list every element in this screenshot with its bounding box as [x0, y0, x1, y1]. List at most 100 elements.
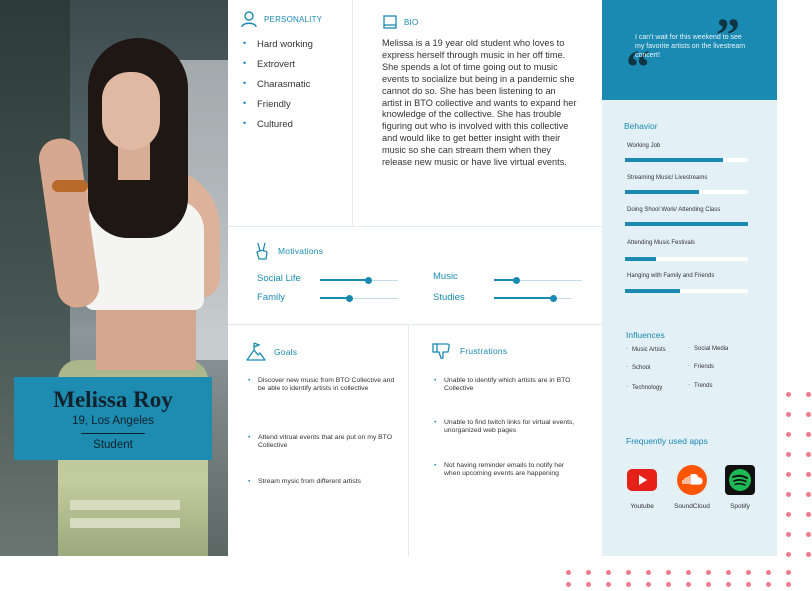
decorative-dot — [806, 432, 811, 437]
motivation-label: Music — [433, 271, 458, 282]
behavior-label: Hanging with Family and Friends — [627, 273, 715, 279]
apps-title: Frequently used apps — [626, 436, 708, 446]
app-label: Spotify — [730, 503, 750, 510]
behavior-bar-fill — [625, 222, 748, 226]
decorative-dot — [806, 552, 811, 557]
motivation-label: Social Life — [257, 273, 301, 284]
goal-item: Stream mysic from different artists — [246, 478, 396, 487]
divider — [228, 226, 602, 227]
photo-face — [102, 72, 160, 150]
name-card-divider — [81, 433, 145, 434]
persona-photo — [0, 0, 228, 556]
influence-item: Social Media — [688, 345, 728, 352]
person-icon — [241, 11, 257, 28]
personality-title: PERSONALITY — [264, 14, 323, 24]
motivation-label: Family — [257, 292, 285, 303]
frustrations-section: Frustrations — [432, 342, 592, 360]
behavior-bar-fill — [625, 158, 724, 162]
frustration-item: Unable to identify which artists are in … — [432, 377, 582, 394]
persona-subtitle: 19, Los Angeles — [72, 415, 154, 427]
decorative-dot — [706, 570, 711, 575]
decorative-dot — [726, 582, 731, 587]
persona-role: Student — [93, 439, 133, 451]
motivation-slider-fill — [494, 297, 553, 299]
decorative-dot — [666, 570, 671, 575]
quote-box: ” “ I can't wait for this weekend to see… — [602, 0, 777, 100]
goals-section: Goals — [246, 342, 396, 362]
divider — [228, 324, 602, 325]
personality-trait: Cultured — [240, 118, 352, 130]
decorative-dot — [566, 570, 571, 575]
behavior-bar — [625, 257, 748, 261]
behavior-title: Behavior — [624, 121, 658, 131]
decorative-dot — [806, 512, 811, 517]
frustration-item: Not having reminder emails to notify her… — [432, 462, 582, 479]
quote-text: I can't wait for this weekend to see my … — [635, 34, 746, 59]
name-card: Melissa Roy 19, Los Angeles Student — [14, 377, 212, 460]
decorative-dot — [766, 570, 771, 575]
motivation-label: Studies — [433, 292, 465, 303]
motivations-section: Motivations — [254, 241, 594, 261]
frustrations-title: Frustrations — [460, 346, 508, 356]
side-panel: Behavior Working Job Streaming Music/ Li… — [602, 100, 777, 556]
decorative-dot — [786, 512, 791, 517]
decorative-dot — [646, 582, 651, 587]
motivation-slider-knob — [365, 277, 373, 284]
app-spotify: Spotify — [725, 465, 770, 510]
decorative-dot — [806, 472, 811, 477]
decorative-dot — [786, 412, 791, 417]
behavior-bar-fill — [625, 257, 656, 261]
decorative-dot — [786, 582, 791, 587]
thumbs-down-icon — [432, 343, 450, 359]
personality-trait: Charasmatic — [240, 78, 352, 90]
behavior-label: Doing Shool Work/ Attending Class — [627, 207, 721, 213]
decorative-dot — [626, 570, 631, 575]
influence-item: Friends — [688, 363, 714, 370]
motivation-slider-fill — [320, 297, 349, 299]
soundcloud-icon — [677, 465, 707, 495]
decorative-dot — [746, 570, 751, 575]
behavior-bar-fill — [625, 190, 699, 194]
behavior-bar-fill — [625, 289, 681, 293]
motivation-slider — [320, 277, 398, 284]
motivation-slider — [494, 295, 572, 302]
motivation-slider-knob — [345, 295, 353, 302]
decorative-dot — [686, 570, 691, 575]
divider — [352, 0, 353, 226]
decorative-dot — [786, 492, 791, 497]
decorative-dot — [646, 570, 651, 575]
personality-trait: Extrovert — [240, 58, 352, 70]
decorative-dot — [586, 570, 591, 575]
behavior-bar — [625, 190, 748, 194]
goal-item: Attend vitrual events that are put on my… — [246, 434, 396, 451]
behavior-bar — [625, 289, 748, 293]
divider — [408, 324, 409, 556]
youtube-icon — [627, 465, 657, 495]
photo-bracelet — [52, 180, 88, 192]
photo-waist — [96, 310, 196, 370]
decorative-dot — [786, 452, 791, 457]
influence-item: Music Artists — [626, 346, 666, 353]
influence-item: Technology — [626, 384, 662, 391]
decorative-dot — [606, 582, 611, 587]
decorative-dot — [586, 582, 591, 587]
decorative-dot — [806, 452, 811, 457]
decorative-dot — [566, 582, 571, 587]
behavior-bar — [625, 222, 748, 226]
motivation-slider — [320, 295, 398, 302]
mountain-flag-icon — [246, 342, 266, 361]
photo-pants-stripe — [70, 500, 180, 510]
book-icon — [383, 15, 397, 29]
bio-section: BIO Melissa is a 19 year old student who… — [382, 14, 578, 169]
decorative-dot — [786, 552, 791, 557]
decorative-dot — [766, 582, 771, 587]
decorative-dot — [806, 412, 811, 417]
peace-hand-icon — [256, 242, 268, 260]
goal-item: Discover new music from BTO Collective a… — [246, 377, 396, 394]
behavior-bar — [625, 158, 748, 162]
personality-section: PERSONALITY Hard working Extrovert Chara… — [240, 10, 352, 139]
motivation-slider-knob — [549, 295, 557, 302]
motivation-slider-fill — [320, 279, 369, 281]
spotify-icon — [725, 465, 755, 495]
photo-pants-stripe — [70, 518, 180, 528]
